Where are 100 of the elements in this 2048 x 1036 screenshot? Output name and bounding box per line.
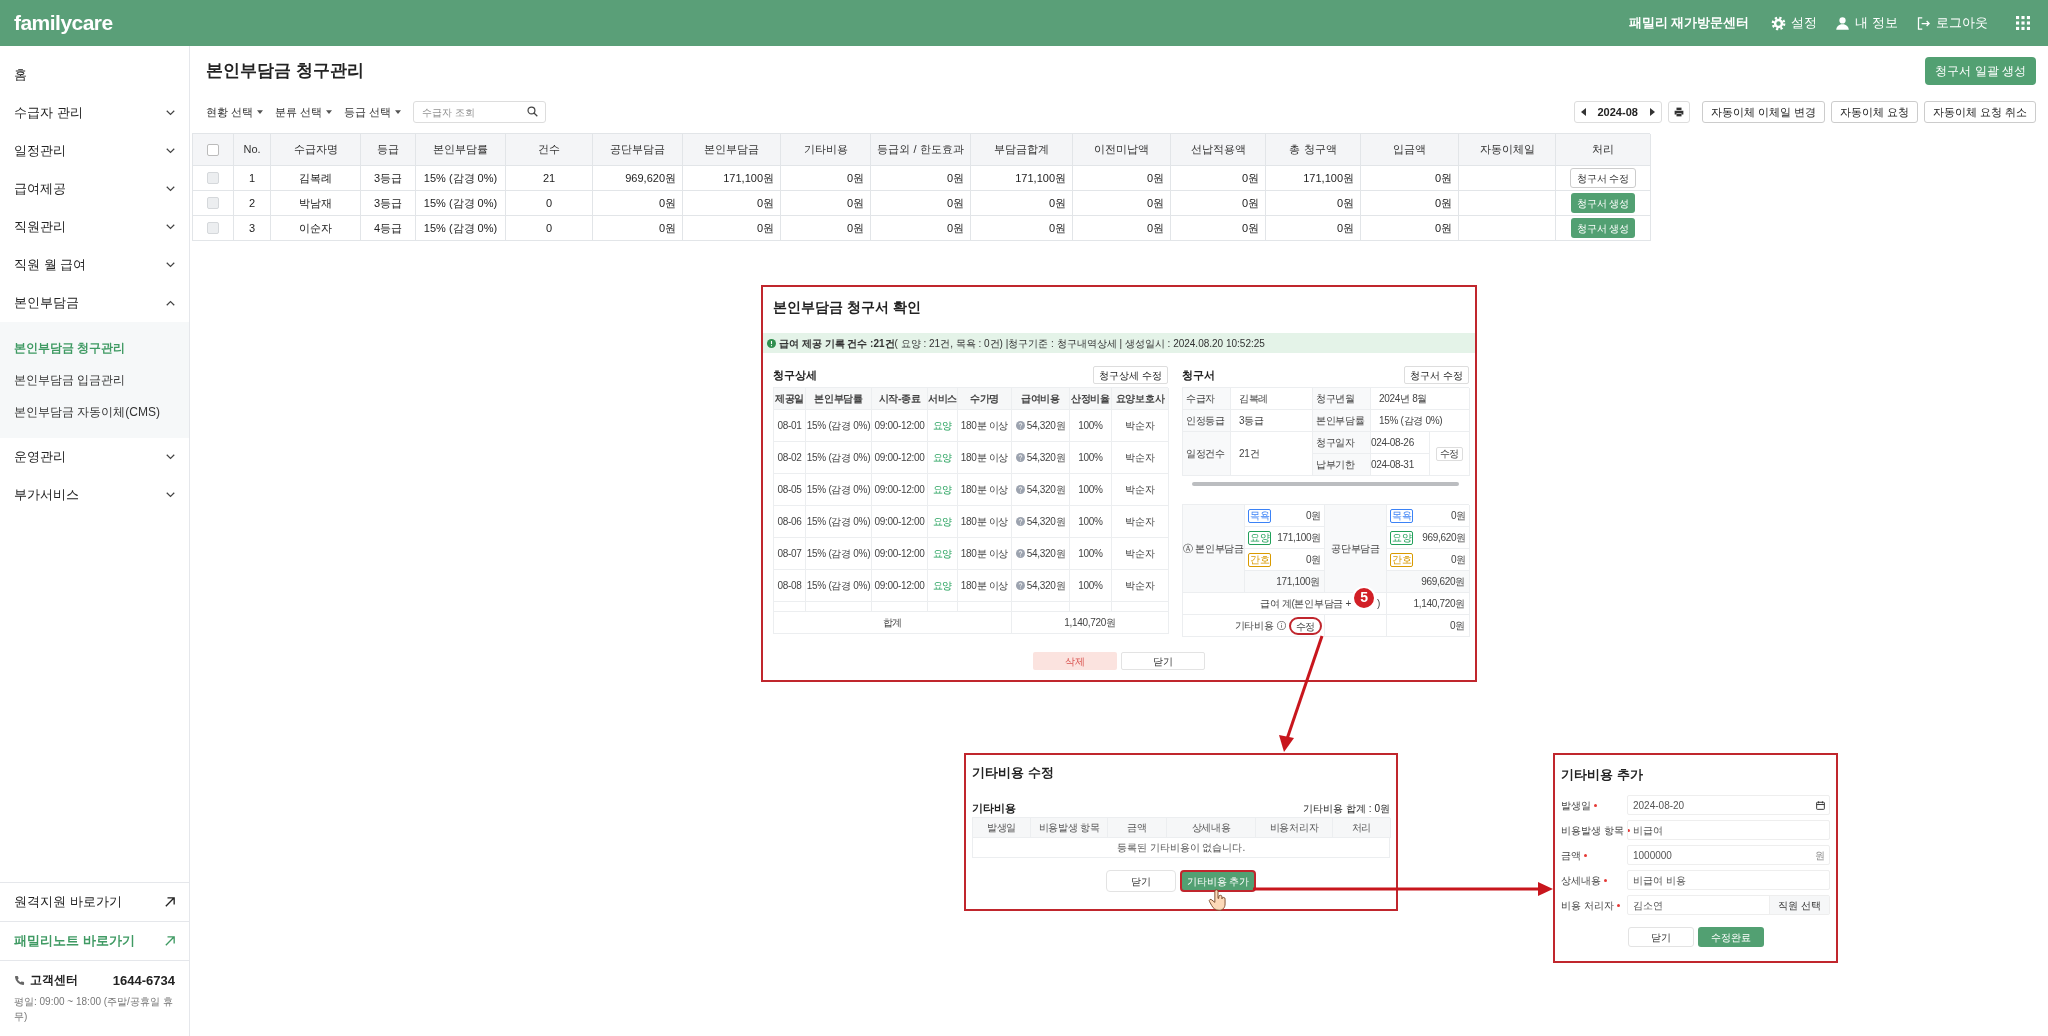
filter-dropdown[interactable]: 현황 선택 [206, 103, 264, 121]
table-cell: 100% [1070, 506, 1112, 538]
sidebar-item[interactable]: 본인부담금 [0, 284, 189, 322]
table-cell-text: 54,320원 [1026, 515, 1066, 529]
print-button[interactable] [1667, 101, 1690, 123]
table-cell: 100% [1070, 538, 1112, 570]
table-cell: 이순자 [271, 216, 361, 241]
sidebar-item[interactable]: 직원 월 급여 [0, 246, 189, 284]
sidebar-item[interactable]: 홈 [0, 56, 189, 94]
table-cell: 0원 [781, 191, 871, 216]
calendar-icon[interactable] [1816, 800, 1825, 810]
checkbox[interactable] [207, 143, 219, 156]
autopay-button[interactable]: 자동이체 요청 취소 [1923, 101, 2036, 123]
field-label: 상세내용 [1561, 872, 1627, 888]
staff-select-button[interactable]: 직원 선택 [1769, 896, 1829, 914]
edit-other-cost-button[interactable]: 수정 [1288, 616, 1322, 635]
center-name: 패밀리 재가방문센터 [1628, 14, 1750, 33]
field-label: 수급자 [1183, 388, 1231, 410]
dialog-button[interactable]: 닫기 [1106, 870, 1176, 892]
dialog-button[interactable]: 닫기 [1121, 652, 1205, 670]
next-month-icon[interactable] [1649, 108, 1655, 116]
table-cell: 08-07 [774, 538, 806, 570]
table-cell: 15% (감경 0%) [806, 570, 872, 602]
table-cell: 0원 [971, 191, 1073, 216]
column-header: 상세내용 [1167, 818, 1256, 838]
sidebar-item[interactable]: 운영관리 [0, 438, 189, 476]
input-field[interactable]: 비급여 비용 [1627, 870, 1830, 890]
section-title: 기타비용 [972, 800, 1016, 816]
field-value: 15% (감경 0%) [1371, 410, 1470, 432]
table-cell: 박순자 [1112, 538, 1169, 570]
service-tag: 요양 [928, 570, 958, 602]
edit-detail-button[interactable]: 청구상세 수정 [1093, 366, 1168, 384]
field-label: 비용발생 항목 [1561, 822, 1627, 838]
table-cell: 100% [1070, 442, 1112, 474]
dialog-title: 기타비용 추가 [1561, 766, 1644, 784]
submenu-item[interactable]: 본인부담금 입금관리 [0, 364, 189, 396]
table-cell: 4등급 [361, 216, 416, 241]
phone-icon [14, 974, 25, 986]
table-cell: 박순자 [1112, 506, 1169, 538]
filter-dropdown[interactable]: 등급 선택 [344, 103, 402, 121]
sidebar-item[interactable]: 수급자 관리 [0, 94, 189, 132]
amount-total: 969,620원 [1387, 571, 1470, 593]
edit-invoice-button[interactable]: 청구서 수정 [1404, 366, 1469, 384]
amount-value: 1,140,720원 [1387, 593, 1470, 615]
search-icon[interactable] [527, 106, 539, 117]
field-label: 청구년월 [1313, 388, 1371, 410]
table-cell: 08-02 [774, 442, 806, 474]
table-cell: 21 [506, 166, 593, 191]
service-tag: 간호 [1248, 552, 1272, 567]
table-cell: 0원 [1266, 216, 1361, 241]
table-cell: 0원 [871, 216, 971, 241]
input-field[interactable]: 김소연 직원 선택 [1627, 895, 1830, 915]
print-icon [1673, 107, 1684, 117]
table-cell-text: 54,320원 [1026, 579, 1066, 593]
search-field[interactable]: 수급자 조회 [413, 101, 547, 123]
input-field[interactable]: 비급여 [1627, 820, 1830, 840]
sidebar-item[interactable]: 부가서비스 [0, 476, 189, 514]
submenu-item[interactable]: 본인부담금 자동이체(CMS) [0, 396, 189, 428]
field-value: 비급여 [1633, 823, 1663, 838]
sidebar-item[interactable]: 급여제공 [0, 170, 189, 208]
shortcut-link[interactable]: 원격지원 바로가기 [0, 881, 189, 921]
dialog-title: 본인부담금 청구서 확인 [772, 298, 922, 317]
month-label: 2024-08 [1597, 104, 1638, 120]
input-field[interactable]: 2024-08-20 [1627, 795, 1830, 815]
column-header: 비용발생 항목 [1031, 818, 1108, 838]
service-tag: 요양 [1390, 530, 1414, 545]
dialog-button[interactable]: 닫기 [1627, 927, 1694, 947]
filter-dropdown[interactable]: 분류 선택 [275, 103, 333, 121]
autopay-button[interactable]: 자동이체 이체일 변경 [1701, 101, 1825, 123]
sum-label: 급여 계(본인부담금 + [1259, 597, 1351, 611]
help-icon [1015, 517, 1025, 526]
table-cell: 합계 [774, 612, 1012, 634]
sum-label: ) [1376, 597, 1380, 611]
pointing-hand-icon [1208, 889, 1228, 911]
table-cell: 09:00-12:00 [872, 442, 928, 474]
alert-icon [767, 338, 776, 348]
column-header: 수급자명 [271, 134, 361, 166]
table-cell: 100% [1070, 570, 1112, 602]
support-phone: 1644-6734 [112, 971, 175, 990]
sidebar-item[interactable]: 일정관리 [0, 132, 189, 170]
input-field[interactable]: 1000000 원 [1627, 845, 1830, 865]
apps-grid-icon[interactable] [2016, 16, 2030, 30]
service-tag: 간호 [1390, 552, 1414, 567]
service-tag: 목욕 [1390, 508, 1414, 523]
table-cell: 171,100원 [1266, 166, 1361, 191]
table-cell: 0원 [1361, 191, 1459, 216]
table-cell: 15% (감경 0%) [806, 506, 872, 538]
scrollbar[interactable] [1192, 482, 1459, 486]
sidebar-item[interactable]: 직원관리 [0, 208, 189, 246]
table-cell: 0원 [1171, 216, 1266, 241]
amount-value: 0원 [1451, 509, 1466, 523]
support-hours: 평일: 09:00 ~ 18:00 (주말/공휴일 휴무) [14, 995, 174, 1024]
table-cell: 15% (감경 0%) [416, 216, 506, 241]
autopay-button[interactable]: 자동이체 요청 [1830, 101, 1918, 123]
column-header: 이전미납액 [1073, 134, 1171, 166]
previous-month-icon[interactable] [1580, 108, 1586, 116]
edit-date-button[interactable]: 수정 [1435, 446, 1464, 461]
field-label: 납부기한 [1313, 454, 1371, 476]
table-cell-text: 54,320원 [1026, 419, 1066, 433]
table-cell: 09:00-12:00 [872, 506, 928, 538]
